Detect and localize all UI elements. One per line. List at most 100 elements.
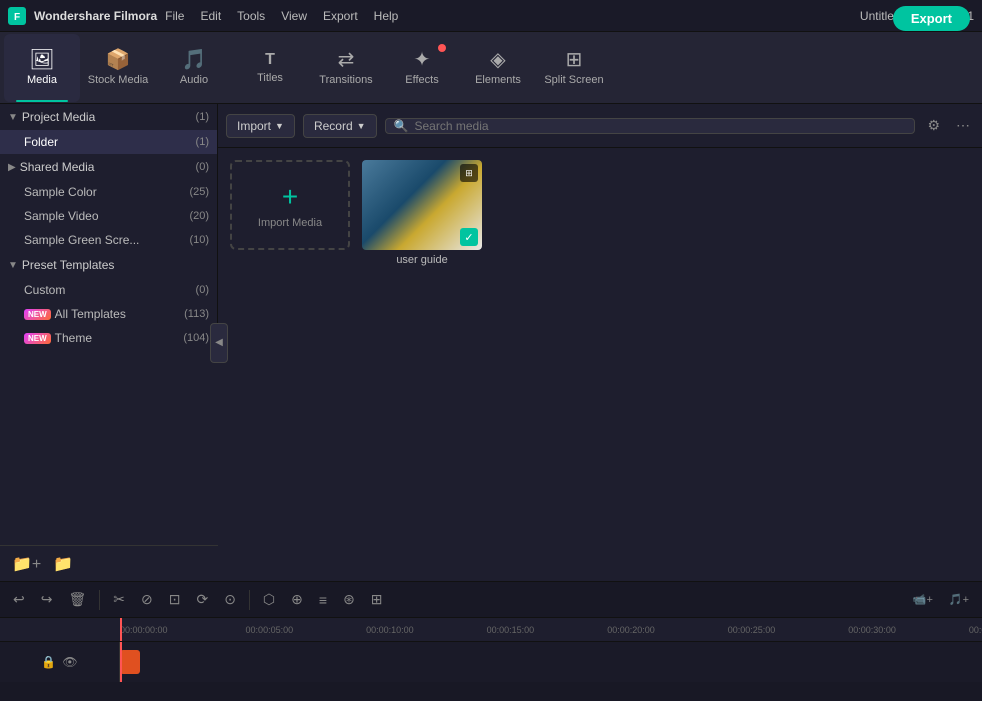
project-media-label: Project Media	[22, 110, 192, 124]
timeline-playhead	[120, 642, 122, 682]
sample-green-label: Sample Green Scre...	[24, 233, 189, 247]
crop-button[interactable]: ⬡	[258, 588, 280, 611]
sidebar-item-theme[interactable]: NEW Theme (104)	[0, 326, 217, 350]
ruler-label-0: 00:00:00:00	[120, 625, 168, 635]
custom-count: (0)	[196, 284, 209, 296]
toolbar-transitions[interactable]: ⇄ Transitions	[308, 34, 384, 102]
elements-label: Elements	[475, 74, 521, 86]
speed-button[interactable]: ⊕	[286, 588, 308, 611]
sidebar-section-project-media[interactable]: ▼ Project Media (1)	[0, 104, 217, 130]
transitions-icon: ⇄	[338, 50, 355, 70]
sidebar-section-preset-templates[interactable]: ▼ Preset Templates	[0, 252, 217, 278]
media-tile-user-guide[interactable]: ⊞ ✓ user guide	[362, 160, 482, 266]
title-bar-left: F Wondershare Filmora File Edit Tools Vi…	[8, 7, 398, 25]
timeline-area: ↩ ↪ 🗑 ✂ ⊘ ⊡ ⟳ ⊙ ⬡ ⊕ ≡ ⊛ ⊞ 📹+ 🎵+ 00:00:00…	[0, 581, 982, 701]
add-track-button[interactable]: 📹+	[908, 590, 938, 609]
toolbar-audio[interactable]: 🎵 Audio	[156, 34, 232, 102]
audio-adjust-button[interactable]: ≡	[314, 589, 332, 611]
media-label: Media	[27, 74, 57, 86]
toolbar-split-screen[interactable]: ⊞ Split Screen	[536, 34, 612, 102]
folder-icon[interactable]: 📁	[53, 554, 73, 574]
redo-button[interactable]: ↪	[36, 588, 58, 611]
toolbar-separator-1	[99, 590, 100, 610]
media-item-name: user guide	[362, 254, 482, 266]
sidebar-item-all-templates[interactable]: NEW All Templates (113)	[0, 302, 217, 326]
grid-view-button[interactable]: ⋯	[952, 113, 974, 138]
menu-help[interactable]: Help	[374, 9, 399, 23]
titles-label: Titles	[257, 72, 283, 84]
sidebar-section-shared-media[interactable]: ▶ Shared Media (0)	[0, 154, 217, 180]
delete-button[interactable]: 🗑	[63, 588, 91, 611]
ruler-label-3: 00:00:15:00	[487, 625, 535, 635]
toolbar-effects[interactable]: ✦ Effects	[384, 34, 460, 102]
search-input[interactable]	[415, 119, 907, 133]
import-chevron-icon: ▼	[275, 121, 284, 131]
clip-block[interactable]	[120, 650, 140, 674]
sidebar-item-folder[interactable]: Folder (1)	[0, 130, 217, 154]
disable-button[interactable]: ⊘	[136, 588, 158, 611]
filter-button[interactable]: ⚙	[923, 113, 944, 138]
content-toolbar: Import ▼ Record ▼ 🔍 ⚙ ⋯	[218, 104, 982, 148]
ruler-label-1: 00:00:05:00	[246, 625, 294, 635]
sidebar-item-sample-green[interactable]: Sample Green Scre... (10)	[0, 228, 217, 252]
export-button[interactable]: Export	[893, 6, 970, 31]
import-media-tile[interactable]: + Import Media	[230, 160, 350, 250]
import-tile-label: Import Media	[258, 217, 322, 229]
titles-icon: T	[265, 52, 275, 68]
effects-icon: ✦	[414, 50, 431, 70]
toolbar: 🖼 Media 📦 Stock Media 🎵 Audio T Titles ⇄…	[0, 32, 982, 104]
add-audio-track-button[interactable]: 🎵+	[944, 590, 974, 609]
zoom-button[interactable]: ⊞	[366, 588, 388, 611]
preset-templates-label: Preset Templates	[22, 258, 205, 272]
plus-icon: +	[282, 181, 298, 213]
sidebar-collapse-button[interactable]: ◀	[210, 323, 228, 363]
ruler-label-6: 00:00:30:00	[848, 625, 896, 635]
playhead-line	[120, 618, 122, 641]
toolbar-media[interactable]: 🖼 Media	[4, 34, 80, 102]
menu-tools[interactable]: Tools	[237, 9, 265, 23]
split-button[interactable]: ⊡	[164, 588, 186, 611]
folder-label: Folder	[24, 135, 196, 149]
lock-icon[interactable]: 🔒	[41, 655, 56, 669]
audio-label: Audio	[180, 74, 208, 86]
search-icon: 🔍	[394, 119, 409, 133]
app-logo: F	[8, 7, 26, 25]
ruler-label-4: 00:00:20:00	[607, 625, 655, 635]
audio-icon: 🎵	[182, 50, 207, 70]
menu-export[interactable]: Export	[323, 9, 358, 23]
add-folder-icon[interactable]: 📁+	[12, 554, 41, 574]
media-icon: 🖼	[29, 50, 54, 70]
menu-file[interactable]: File	[165, 9, 184, 23]
color-button[interactable]: ⊛	[338, 588, 360, 611]
menu-view[interactable]: View	[281, 9, 307, 23]
toolbar-elements[interactable]: ◈ Elements	[460, 34, 536, 102]
eye-icon[interactable]: 👁	[62, 655, 77, 669]
app-name: Wondershare Filmora	[34, 9, 157, 23]
toolbar-stock-media[interactable]: 📦 Stock Media	[80, 34, 156, 102]
sample-color-count: (25)	[189, 186, 209, 198]
menu-edit[interactable]: Edit	[200, 9, 221, 23]
undo-button[interactable]: ↩	[8, 588, 30, 611]
split-screen-icon: ⊞	[566, 50, 583, 70]
timeline-track: 🔒 👁	[0, 642, 982, 682]
custom-label: Custom	[24, 283, 196, 297]
cut-button[interactable]: ✂	[108, 588, 130, 611]
split-screen-label: Split Screen	[544, 74, 603, 86]
all-templates-new-badge: NEW	[24, 309, 51, 320]
sidebar-item-sample-video[interactable]: Sample Video (20)	[0, 204, 217, 228]
rotate-button[interactable]: ⟳	[191, 588, 213, 611]
import-button[interactable]: Import ▼	[226, 114, 295, 138]
ruler-label-7: 00:00:35:00	[969, 625, 982, 635]
stock-media-label: Stock Media	[88, 74, 149, 86]
mirror-button[interactable]: ⊙	[219, 588, 241, 611]
effects-label: Effects	[405, 74, 438, 86]
theme-count: (104)	[183, 332, 209, 344]
sidebar-item-custom[interactable]: Custom (0)	[0, 278, 217, 302]
sidebar-item-sample-color[interactable]: Sample Color (25)	[0, 180, 217, 204]
project-media-chevron: ▼	[8, 112, 18, 123]
toolbar-titles[interactable]: T Titles	[232, 34, 308, 102]
search-bar: 🔍	[385, 118, 916, 134]
record-button[interactable]: Record ▼	[303, 114, 377, 138]
shared-media-label: Shared Media	[20, 160, 192, 174]
sample-green-count: (10)	[189, 234, 209, 246]
